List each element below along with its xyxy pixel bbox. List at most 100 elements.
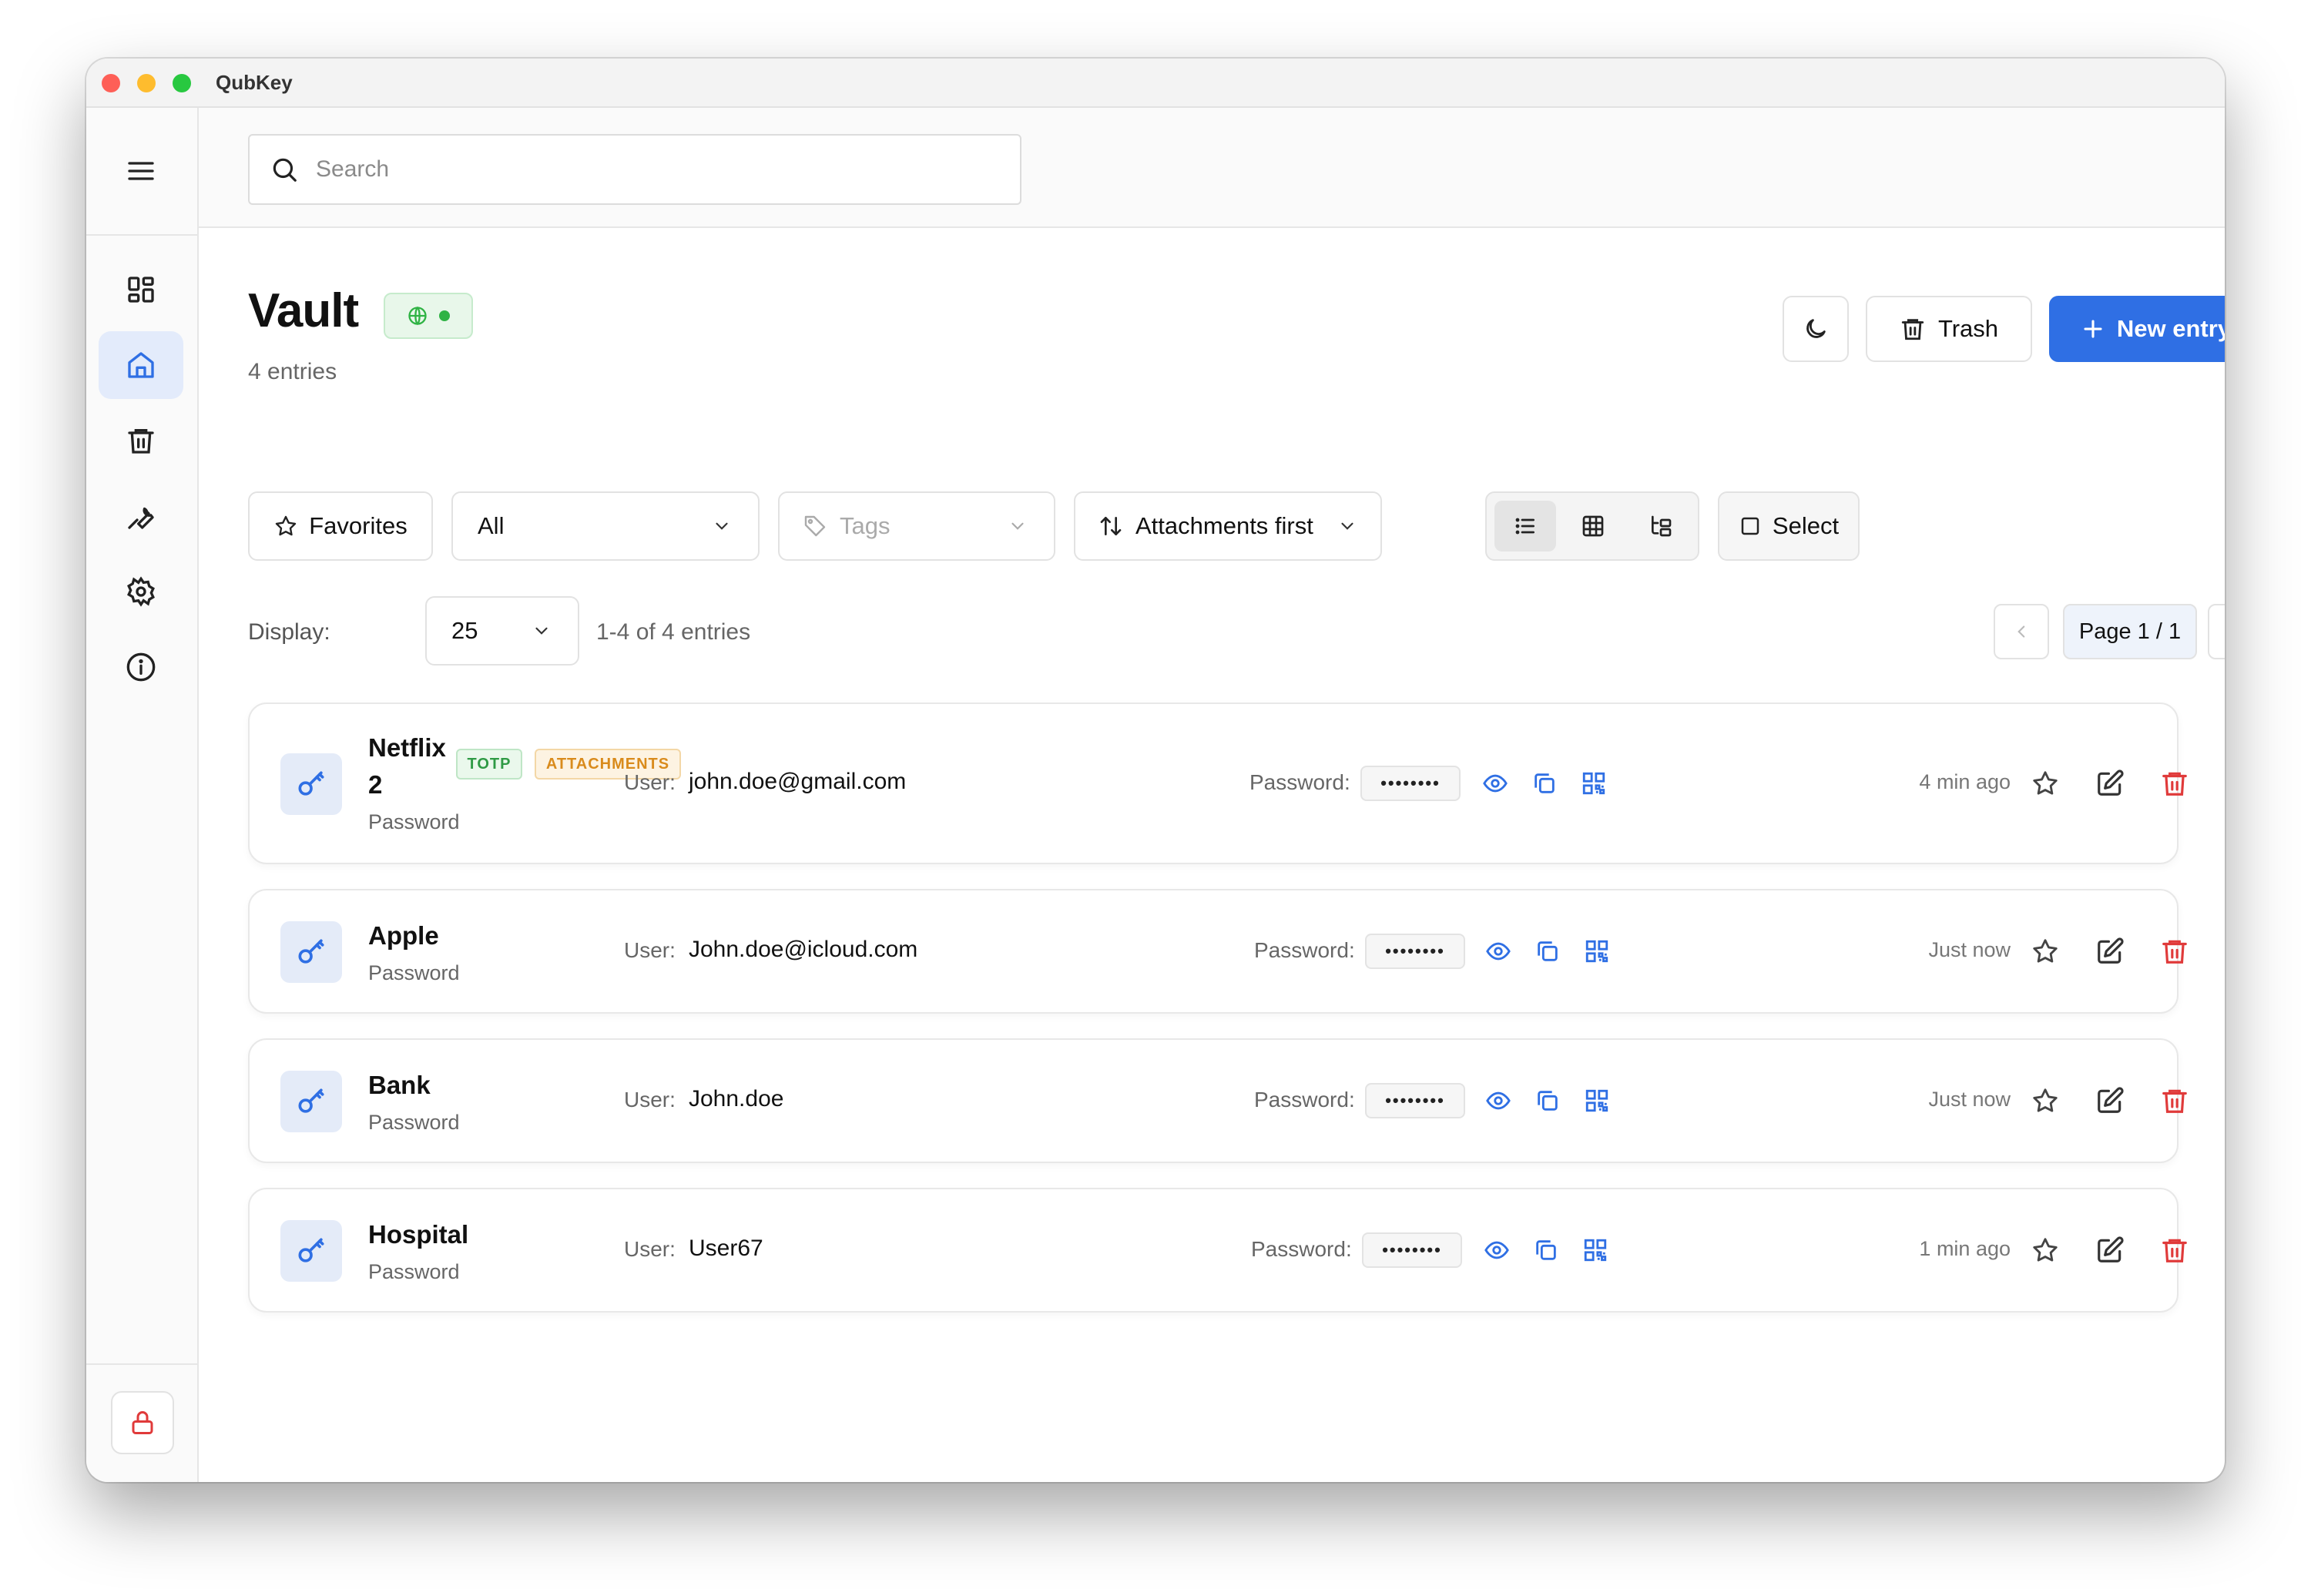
category-select[interactable]: All: [451, 491, 760, 561]
copy-icon[interactable]: [1531, 770, 1558, 796]
online-status-dot: [439, 310, 450, 321]
qr-code-icon[interactable]: [1584, 1088, 1610, 1114]
theme-toggle-button[interactable]: [1783, 296, 1849, 362]
list-view-button[interactable]: [1494, 501, 1556, 552]
grid-view-button[interactable]: [1562, 501, 1624, 552]
search-box[interactable]: [248, 134, 1021, 205]
edit-icon[interactable]: [2095, 769, 2125, 798]
sidebar-item-tools[interactable]: [99, 482, 183, 550]
edit-icon[interactable]: [2095, 1086, 2125, 1115]
star-icon[interactable]: [2031, 937, 2060, 966]
sync-status-badge: [384, 293, 473, 339]
password-mask: ••••••••: [1362, 1232, 1462, 1268]
edit-icon[interactable]: [2095, 937, 2125, 966]
sort-select[interactable]: Attachments first: [1074, 491, 1382, 561]
password-mask: ••••••••: [1365, 1083, 1465, 1118]
user-label: User:: [624, 938, 676, 962]
user-label: User:: [624, 1237, 676, 1261]
select-mode-button[interactable]: Select: [1718, 491, 1860, 561]
entry-type: Password: [368, 1260, 460, 1283]
qr-code-icon[interactable]: [1581, 770, 1607, 796]
globe-icon: [408, 306, 427, 326]
password-label: Password:: [1249, 770, 1350, 794]
chevron-down-icon: [1341, 522, 1353, 530]
sidebar-item-vault[interactable]: [99, 331, 183, 399]
entry-name-continued: 2: [368, 770, 383, 799]
view-mode-toggle: [1485, 491, 1699, 561]
eye-icon[interactable]: [1485, 1088, 1511, 1114]
delete-icon[interactable]: [2160, 769, 2189, 798]
eye-icon[interactable]: [1482, 770, 1508, 796]
plus-icon: [2084, 320, 2102, 338]
close-window-button[interactable]: [102, 74, 120, 92]
entry-type: Password: [368, 1111, 460, 1134]
last-modified: 1 min ago: [1919, 1237, 2011, 1260]
eye-icon[interactable]: [1485, 938, 1511, 964]
entry-type-icon: [280, 753, 342, 815]
app-window: QubKey Search Vault 4 entries Trash New …: [86, 59, 2225, 1482]
last-modified: 4 min ago: [1919, 770, 2011, 793]
category-value: All: [478, 512, 505, 539]
entry-type-icon: [280, 1220, 342, 1282]
delete-icon[interactable]: [2160, 1236, 2189, 1265]
window-title: QubKey: [216, 71, 293, 94]
entry-card-bank[interactable]: Bank Password User: John.doe Password: •…: [248, 1038, 2187, 1163]
title-bar: QubKey: [86, 59, 2225, 108]
tools-icon: [128, 507, 154, 529]
chevron-down-icon: [716, 522, 728, 530]
key-icon: [298, 771, 324, 796]
qr-code-icon[interactable]: [1584, 938, 1610, 964]
grid-icon: [1582, 515, 1604, 537]
tags-select[interactable]: Tags: [778, 491, 1055, 561]
copy-icon[interactable]: [1535, 938, 1561, 964]
menu-icon: [128, 162, 154, 180]
user-value: User67: [689, 1236, 763, 1261]
entry-card-hospital[interactable]: Hospital Password User: User67 Password:…: [248, 1188, 2187, 1313]
edit-icon[interactable]: [2095, 1236, 2125, 1265]
star-icon[interactable]: [2031, 1236, 2060, 1265]
list-icon: [1515, 518, 1535, 535]
page-indicator: Page 1 / 1: [2063, 604, 2197, 659]
tree-view-button[interactable]: [1630, 501, 1692, 552]
star-icon[interactable]: [2031, 1086, 2060, 1115]
last-modified: Just now: [1928, 1088, 2011, 1111]
sidebar-item-about[interactable]: [99, 633, 183, 701]
new-entry-button[interactable]: New entry: [2049, 296, 2225, 362]
eye-icon[interactable]: [1484, 1237, 1510, 1263]
lock-vault-button[interactable]: [111, 1391, 174, 1454]
copy-icon[interactable]: [1535, 1088, 1561, 1114]
entry-name: Bank: [368, 1071, 431, 1099]
previous-page-button[interactable]: [1994, 604, 2049, 659]
sidebar-item-trash[interactable]: [99, 407, 183, 474]
favorites-filter-button[interactable]: Favorites: [248, 491, 433, 561]
new-entry-button-label: New entry: [2116, 315, 2225, 342]
page-size-select[interactable]: 25: [425, 596, 579, 666]
user-value: john.doe@gmail.com: [689, 769, 907, 794]
user-value: John.doe@icloud.com: [689, 937, 918, 962]
menu-toggle-button[interactable]: [99, 137, 183, 205]
home-icon: [128, 352, 154, 378]
trash-button[interactable]: Trash: [1866, 296, 2032, 362]
key-icon: [298, 1088, 324, 1113]
delete-icon[interactable]: [2160, 937, 2189, 966]
sidebar-item-settings[interactable]: [99, 558, 183, 625]
zoom-window-button[interactable]: [173, 74, 191, 92]
page-title: Vault: [248, 284, 359, 337]
next-page-button[interactable]: [2208, 604, 2225, 659]
search-input[interactable]: [314, 156, 995, 183]
star-icon[interactable]: [2031, 769, 2060, 798]
entry-card-netflix[interactable]: Netflix 2 Password TOTP ATTACHMENTS User…: [248, 702, 2187, 864]
sidebar-item-dashboard[interactable]: [99, 256, 183, 324]
qr-code-icon[interactable]: [1582, 1237, 1608, 1263]
entry-card-apple[interactable]: Apple Password User: John.doe@icloud.com…: [248, 889, 2187, 1014]
minimize-window-button[interactable]: [137, 74, 156, 92]
last-modified: Just now: [1928, 938, 2011, 961]
copy-icon[interactable]: [1533, 1237, 1559, 1263]
delete-icon[interactable]: [2160, 1086, 2189, 1115]
sort-label: Attachments first: [1135, 512, 1313, 539]
entry-type-icon: [280, 1071, 342, 1132]
chevron-left-icon: [2018, 625, 2025, 638]
entry-name: Apple: [368, 921, 439, 950]
settings-icon: [127, 576, 155, 607]
trash-button-label: Trash: [1937, 315, 1999, 342]
